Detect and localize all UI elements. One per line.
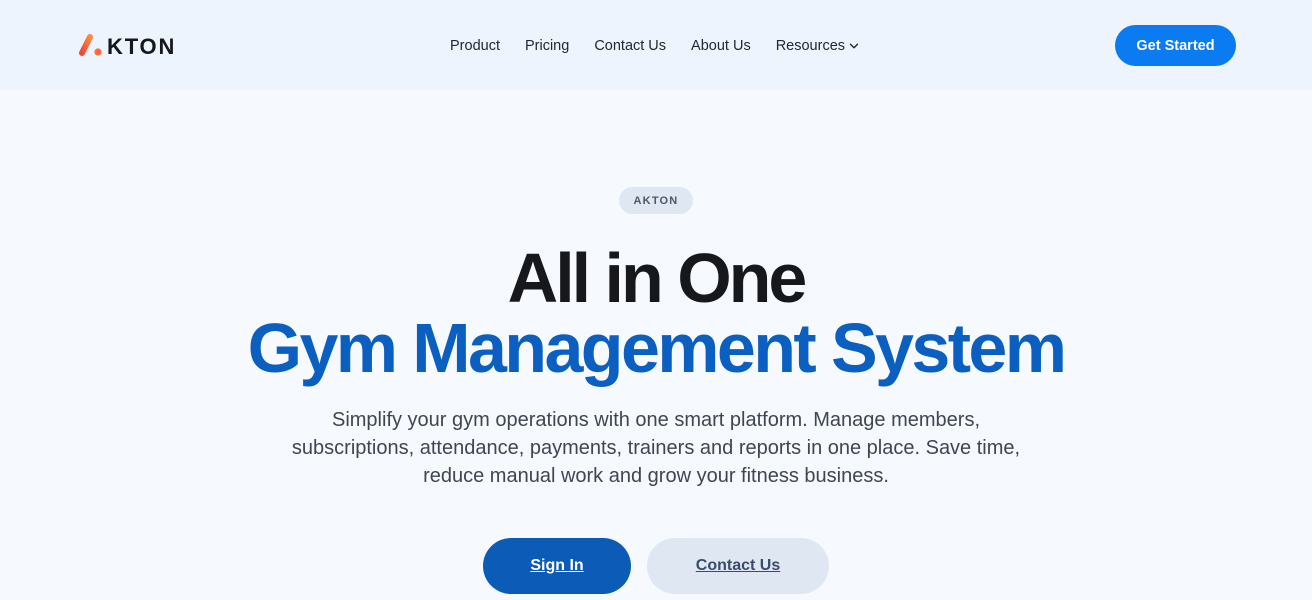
logo-mark-icon <box>79 34 102 56</box>
logo-wordmark: KTON <box>107 34 177 59</box>
hero-badge: AKTON <box>619 187 693 214</box>
nav-item-contact-us[interactable]: Contact Us <box>594 36 666 56</box>
brand-logo[interactable]: KTON <box>78 31 176 59</box>
top-navigation-bar: KTON Product Pricing Contact Us About Us… <box>0 0 1312 90</box>
chevron-down-icon <box>849 43 859 49</box>
main-nav: Product Pricing Contact Us About Us Reso… <box>450 36 859 56</box>
nav-item-resources-label: Resources <box>775 38 846 54</box>
sign-in-button[interactable]: Sign In <box>483 538 631 594</box>
nav-item-pricing[interactable]: Pricing <box>525 36 569 56</box>
nav-item-about-us[interactable]: About Us <box>691 36 751 56</box>
hero-subtitle: Simplify your gym operations with one sm… <box>291 409 1021 487</box>
nav-item-resources-dropdown[interactable]: Resources <box>776 36 859 56</box>
nav-item-product[interactable]: Product <box>450 36 500 56</box>
hero-title-line2: Gym Management System <box>247 309 1067 387</box>
contact-us-button[interactable]: Contact Us <box>647 538 829 594</box>
get-started-button[interactable]: Get Started <box>1115 25 1236 66</box>
